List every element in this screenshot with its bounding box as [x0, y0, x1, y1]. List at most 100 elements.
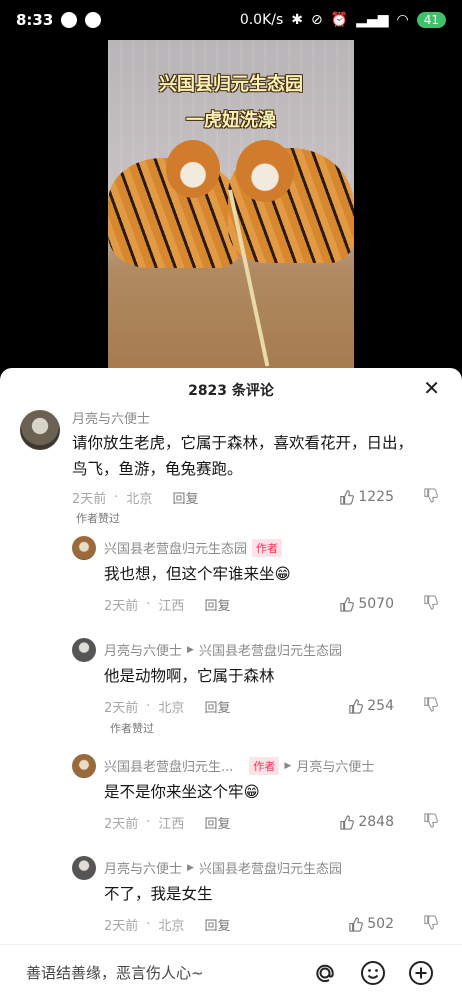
reply-to-user[interactable]: 月亮与六便士 — [296, 756, 374, 775]
liked-by-author-label: 作者赞过 — [76, 512, 120, 525]
comment-text-line: 请你放生老虎，它属于森林，喜欢看花开，日出， — [72, 434, 414, 452]
reply-button[interactable]: 回复 — [204, 813, 230, 832]
tiger-right-head — [236, 140, 294, 202]
battery-icon: 41 — [416, 12, 446, 28]
reply-button[interactable]: 回复 — [204, 915, 230, 934]
dislike-icon[interactable] — [423, 812, 438, 832]
comment-author-row: 月亮与六便士 ▶ 兴国县老营盘归元生态园 — [104, 640, 342, 659]
notification-icon — [61, 12, 78, 28]
comment-author-row: 月亮与六便士 ▶ 兴国县老营盘归元生态园 — [104, 858, 342, 877]
thumbs-up-icon — [340, 596, 355, 612]
net-speed: 0.0K/s — [239, 12, 284, 28]
like-count: 502 — [367, 916, 394, 932]
reply-arrow-icon: ▶ — [284, 760, 292, 771]
like-count: 2848 — [358, 814, 394, 830]
comment-text: 我也想，但这个牢谁来坐😁 — [104, 561, 291, 587]
comment-input[interactable]: 善语结善缘，恶言伤人心~ — [26, 962, 292, 983]
comment-text-line: 鸟飞，鱼游，龟兔赛跑。 — [72, 460, 243, 478]
comment-location: 江西 — [158, 598, 185, 614]
comment-text: 请你放生老虎，它属于森林，喜欢看花开，日出， 鸟飞，鱼游，龟兔赛跑。 — [72, 430, 444, 482]
comment-author[interactable]: 月亮与六便士 — [72, 408, 150, 427]
thumbs-up-icon — [340, 814, 355, 830]
comment-author-row: 月亮与六便士 — [72, 408, 150, 427]
video-player[interactable]: 兴国县归元生态园 一虎妞洗澡 — [108, 40, 354, 368]
reply-arrow-icon: ▶ — [187, 644, 194, 655]
at-icon[interactable] — [310, 958, 340, 988]
comment-author[interactable]: 兴国县老营盘归元生... — [104, 756, 233, 775]
like-button[interactable]: 5070 — [339, 596, 394, 612]
comment-text: 是不是你来坐这个牢😁 — [104, 779, 260, 805]
comment-item: 月亮与六便士 请你放生老虎，它属于森林，喜欢看花开，日出， 鸟飞，鱼游，龟兔赛跑… — [0, 408, 462, 525]
comment-location: 北京 — [158, 700, 185, 716]
reply-item: 兴国县老营盘归元生态园 作者 我也想，但这个牢谁来坐😁 2天前 · 江西 回复 … — [0, 536, 462, 622]
like-count: 5070 — [358, 596, 394, 612]
like-button[interactable]: 254 — [348, 698, 394, 714]
comment-author-row: 兴国县老营盘归元生... 作者 ▶ 月亮与六便士 — [104, 756, 374, 775]
video-title-line1: 兴国县归元生态园 — [159, 74, 303, 95]
comment-text: 他是动物啊，它属于森林 — [104, 667, 275, 685]
reply-arrow-icon: ▶ — [187, 862, 194, 873]
separator-dot: · — [146, 596, 151, 612]
avatar[interactable] — [20, 410, 60, 450]
separator-dot: · — [146, 814, 151, 830]
author-badge: 作者 — [252, 538, 283, 557]
reply-button[interactable]: 回复 — [204, 697, 230, 716]
comment-time: 2天前 — [72, 491, 107, 507]
avatar[interactable] — [72, 536, 96, 560]
comment-time: 2天前 — [104, 918, 139, 934]
comments-sheet: 2823 条评论 ✕ 月亮与六便士 请你放生老虎，它属于森林，喜欢看花开，日出，… — [0, 368, 462, 1000]
reply-item: 月亮与六便士 ▶ 兴国县老营盘归元生态园 他是动物啊，它属于森林 2天前 · 北… — [0, 638, 462, 738]
signal-icon: ▂▄▆ — [356, 12, 389, 28]
comment-time: 2天前 — [104, 598, 139, 614]
status-time: 8:33 — [16, 11, 54, 29]
comment-author[interactable]: 兴国县老营盘归元生态园 — [104, 538, 247, 557]
like-count: 1225 — [358, 489, 394, 505]
comment-list: 月亮与六便士 请你放生老虎，它属于森林，喜欢看花开，日出， 鸟飞，鱼游，龟兔赛跑… — [0, 408, 462, 934]
grin-emoji-icon: 😁 — [243, 783, 260, 801]
like-count: 254 — [367, 698, 394, 714]
like-button[interactable]: 502 — [348, 916, 394, 932]
tiger-left-head — [166, 140, 220, 198]
grin-emoji-icon: 😁 — [274, 565, 291, 583]
avatar[interactable] — [72, 638, 96, 662]
comment-text-content: 是不是你来坐这个牢 — [104, 783, 244, 801]
separator-dot: · — [146, 698, 151, 714]
like-button[interactable]: 2848 — [339, 814, 394, 830]
emoji-icon[interactable] — [358, 958, 388, 988]
comment-text: 不了，我是女生 — [104, 885, 213, 903]
like-button[interactable]: 1225 — [339, 489, 394, 505]
avatar[interactable] — [72, 754, 96, 778]
dislike-icon[interactable] — [423, 594, 438, 614]
dislike-icon[interactable] — [423, 487, 438, 507]
comment-count: 2823 条评论 — [188, 383, 274, 399]
bluetooth-icon: ✱ — [291, 12, 304, 28]
app-notification-icon — [85, 12, 102, 28]
comments-header: 2823 条评论 ✕ — [0, 368, 462, 412]
reply-item: 兴国县老营盘归元生... 作者 ▶ 月亮与六便士 是不是你来坐这个牢😁 2天前 … — [0, 754, 462, 840]
comment-location: 江西 — [158, 816, 185, 832]
alarm-icon: ⏰ — [330, 12, 349, 28]
separator-dot: · — [114, 489, 119, 505]
reply-to-user[interactable]: 兴国县老营盘归元生态园 — [199, 640, 342, 659]
comment-meta: 2天前 · 北京 回复 1225 — [72, 486, 462, 508]
comment-text-content: 我也想，但这个牢谁来坐 — [104, 565, 275, 583]
comment-time: 2天前 — [104, 700, 139, 716]
thumbs-up-icon — [349, 916, 364, 932]
comment-input-bar: 善语结善缘，恶言伤人心~ — [0, 944, 462, 1000]
video-title-line2: 一虎妞洗澡 — [186, 110, 276, 131]
avatar[interactable] — [72, 856, 96, 880]
reply-item: 月亮与六便士 ▶ 兴国县老营盘归元生态园 不了，我是女生 2天前 · 北京 回复… — [0, 856, 462, 942]
dislike-icon[interactable] — [423, 914, 438, 934]
add-icon[interactable] — [406, 958, 436, 988]
reply-button[interactable]: 回复 — [172, 488, 198, 507]
reply-button[interactable]: 回复 — [204, 595, 230, 614]
close-icon[interactable]: ✕ — [423, 378, 440, 398]
comment-author[interactable]: 月亮与六便士 — [104, 858, 182, 877]
dislike-icon[interactable] — [423, 696, 438, 716]
author-badge: 作者 — [249, 756, 280, 775]
separator-dot: · — [146, 916, 151, 932]
reply-to-user[interactable]: 兴国县老营盘归元生态园 — [199, 858, 342, 877]
comment-author[interactable]: 月亮与六便士 — [104, 640, 182, 659]
status-bar: 8:33 0.0K/s ✱ ⊘ ⏰ ▂▄▆ ◠ 41 — [0, 0, 462, 40]
comment-meta: 2天前 · 北京 回复 254 — [104, 695, 462, 717]
